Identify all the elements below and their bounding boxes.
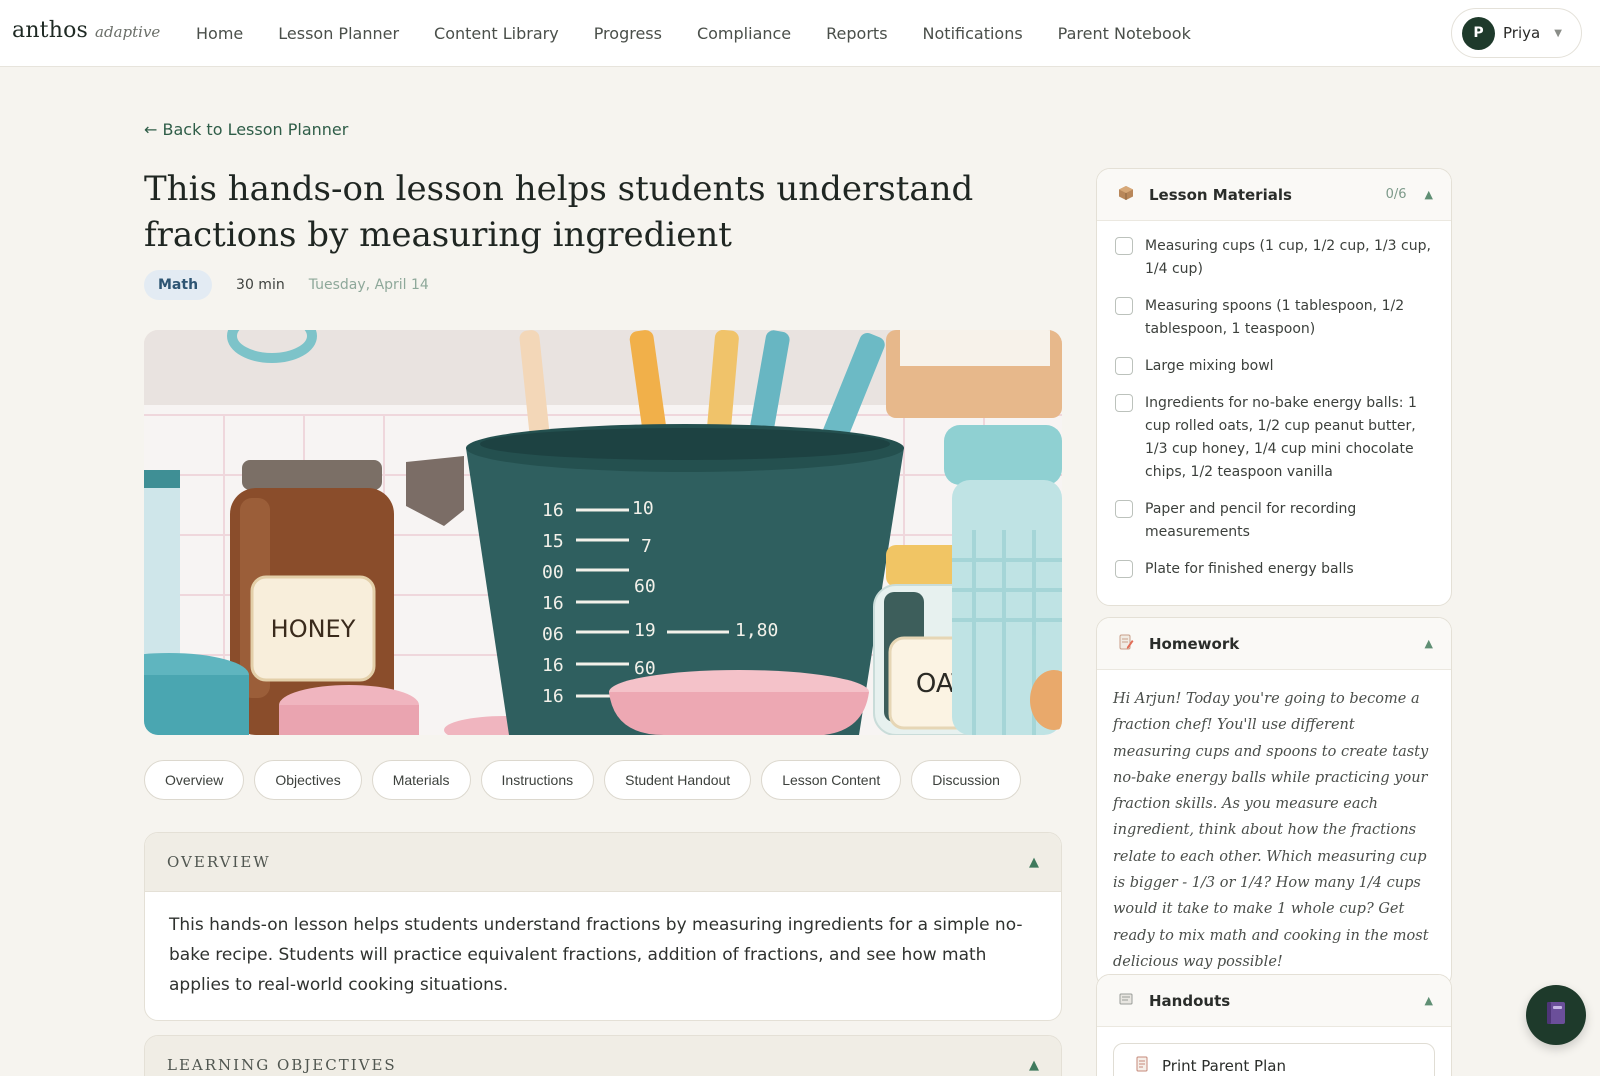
subject-badge: Math xyxy=(144,270,213,300)
page-title: This hands-on lesson helps students unde… xyxy=(144,169,974,255)
material-text: Measuring cups (1 cup, 1/2 cup, 1/3 cup,… xyxy=(1145,238,1431,277)
homework-panel: Homework ▲ Hi Arjun! Today you're going … xyxy=(1096,617,1452,989)
print-parent-plan-label: Print Parent Plan xyxy=(1162,1057,1286,1075)
handouts-panel: Handouts ▲ Print Parent Plan xyxy=(1096,974,1452,1076)
learning-objectives-section: LEARNING OBJECTIVES ▲ xyxy=(144,1035,1062,1076)
nav-link-home[interactable]: Home xyxy=(196,24,243,43)
handouts-header[interactable]: Handouts ▲ xyxy=(1097,975,1451,1027)
tab-lesson-content[interactable]: Lesson Content xyxy=(761,760,902,800)
chevron-up-icon[interactable]: ▲ xyxy=(1029,1058,1039,1073)
date-label: Tuesday, April 14 xyxy=(308,277,429,293)
chevron-up-icon[interactable]: ▲ xyxy=(1425,188,1433,201)
nav-link-lesson-planner[interactable]: Lesson Planner xyxy=(278,24,399,43)
document-icon xyxy=(1115,991,1137,1011)
homework-title: Homework xyxy=(1149,634,1240,653)
material-item[interactable]: Large mixing bowl xyxy=(1115,355,1433,378)
nav-link-content-library[interactable]: Content Library xyxy=(434,24,559,43)
material-checkbox[interactable] xyxy=(1115,357,1133,375)
material-text: Ingredients for no-bake energy balls: 1 … xyxy=(1145,395,1417,480)
tab-materials[interactable]: Materials xyxy=(371,760,471,800)
tab-instructions[interactable]: Instructions xyxy=(480,760,595,800)
scale-left-1: 15 xyxy=(542,531,564,552)
material-text: Large mixing bowl xyxy=(1145,358,1274,374)
kitchen-illustration: HONEY 16 15 00 16 06 16 16 10 7 60 19 60… xyxy=(144,330,1062,735)
materials-checklist: Measuring cups (1 cup, 1/2 cup, 1/3 cup,… xyxy=(1097,221,1451,605)
print-parent-plan-button[interactable]: Print Parent Plan xyxy=(1113,1043,1435,1076)
chevron-down-icon: ▼ xyxy=(1554,27,1562,39)
tab-student-handout[interactable]: Student Handout xyxy=(604,760,752,800)
materials-count: 0/6 xyxy=(1385,187,1407,202)
material-item[interactable]: Measuring cups (1 cup, 1/2 cup, 1/3 cup,… xyxy=(1115,235,1433,281)
nav-link-notifications[interactable]: Notifications xyxy=(923,24,1023,43)
scale-extra: 1,80 xyxy=(735,620,778,641)
nav-link-compliance[interactable]: Compliance xyxy=(697,24,791,43)
material-checkbox[interactable] xyxy=(1115,500,1133,518)
material-item[interactable]: Plate for finished energy balls xyxy=(1115,558,1433,581)
overview-section: OVERVIEW ▲ This hands-on lesson helps st… xyxy=(144,832,1062,1021)
printer-icon xyxy=(1134,1056,1150,1076)
back-to-lesson-planner-link[interactable]: ← Back to Lesson Planner xyxy=(144,120,348,139)
duration-label: 30 min xyxy=(236,277,285,293)
scale-left-0: 16 xyxy=(542,500,564,521)
chevron-up-icon[interactable]: ▲ xyxy=(1425,994,1433,1007)
material-text: Paper and pencil for recording measureme… xyxy=(1145,501,1357,540)
section-tabs: Overview Objectives Materials Instructio… xyxy=(144,760,1062,802)
material-text: Measuring spoons (1 tablespoon, 1/2 tabl… xyxy=(1145,298,1405,337)
homework-text: Hi Arjun! Today you're going to become a… xyxy=(1113,691,1429,970)
nav-link-parent-notebook[interactable]: Parent Notebook xyxy=(1058,24,1191,43)
material-checkbox[interactable] xyxy=(1115,560,1133,578)
material-item[interactable]: Measuring spoons (1 tablespoon, 1/2 tabl… xyxy=(1115,295,1433,341)
material-checkbox[interactable] xyxy=(1115,394,1133,412)
lesson-materials-header[interactable]: Lesson Materials 0/6 ▲ xyxy=(1097,169,1451,221)
material-item[interactable]: Ingredients for no-bake energy balls: 1 … xyxy=(1115,392,1433,484)
brand-logo[interactable]: anthos adaptive xyxy=(12,18,160,43)
overview-section-header[interactable]: OVERVIEW ▲ xyxy=(145,833,1061,892)
book-icon xyxy=(1544,1000,1568,1030)
homework-header[interactable]: Homework ▲ xyxy=(1097,618,1451,670)
scale-right-1: 7 xyxy=(641,536,652,557)
lesson-materials-panel: Lesson Materials 0/6 ▲ Measuring cups (1… xyxy=(1096,168,1452,606)
notebook-fab-button[interactable] xyxy=(1526,985,1586,1045)
box-icon xyxy=(1115,185,1137,205)
overview-text: This hands-on lesson helps students unde… xyxy=(169,915,1023,995)
scale-left-3: 16 xyxy=(542,593,564,614)
handouts-title: Handouts xyxy=(1149,991,1231,1010)
chevron-up-icon[interactable]: ▲ xyxy=(1425,637,1433,650)
main-nav: Home Lesson Planner Content Library Prog… xyxy=(196,0,1226,66)
scale-right-3: 19 xyxy=(634,620,656,641)
scale-left-6: 16 xyxy=(542,686,564,707)
tab-overview[interactable]: Overview xyxy=(144,760,245,800)
top-nav: anthos adaptive Home Lesson Planner Cont… xyxy=(0,0,1600,67)
nav-link-progress[interactable]: Progress xyxy=(594,24,662,43)
tab-discussion[interactable]: Discussion xyxy=(911,760,1021,800)
scale-left-5: 16 xyxy=(542,655,564,676)
tab-objectives[interactable]: Objectives xyxy=(254,760,362,800)
material-item[interactable]: Paper and pencil for recording measureme… xyxy=(1115,498,1433,544)
scale-left-2: 00 xyxy=(542,562,564,583)
nav-link-reports[interactable]: Reports xyxy=(826,24,887,43)
brand-name: anthos xyxy=(12,18,89,43)
overview-section-title: OVERVIEW xyxy=(167,853,271,871)
user-menu[interactable]: P Priya ▼ xyxy=(1451,8,1582,58)
material-checkbox[interactable] xyxy=(1115,297,1133,315)
scale-right-2: 60 xyxy=(634,576,656,597)
notebook-pencil-icon xyxy=(1115,634,1137,654)
material-checkbox[interactable] xyxy=(1115,237,1133,255)
chevron-up-icon[interactable]: ▲ xyxy=(1029,855,1039,870)
material-text: Plate for finished energy balls xyxy=(1145,561,1354,577)
scale-right-0: 10 xyxy=(632,498,654,519)
objectives-section-title: LEARNING OBJECTIVES xyxy=(167,1056,397,1074)
objectives-section-header[interactable]: LEARNING OBJECTIVES ▲ xyxy=(145,1036,1061,1076)
lesson-meta: Math 30 min Tuesday, April 14 xyxy=(144,270,429,300)
user-name: Priya xyxy=(1503,24,1541,42)
avatar: P xyxy=(1462,16,1495,50)
lesson-materials-title: Lesson Materials xyxy=(1149,185,1292,204)
honey-jar-label: HONEY xyxy=(271,615,356,643)
brand-tagline: adaptive xyxy=(95,23,161,41)
lesson-hero-image: HONEY 16 15 00 16 06 16 16 10 7 60 19 60… xyxy=(144,330,1062,735)
scale-left-4: 06 xyxy=(542,624,564,645)
